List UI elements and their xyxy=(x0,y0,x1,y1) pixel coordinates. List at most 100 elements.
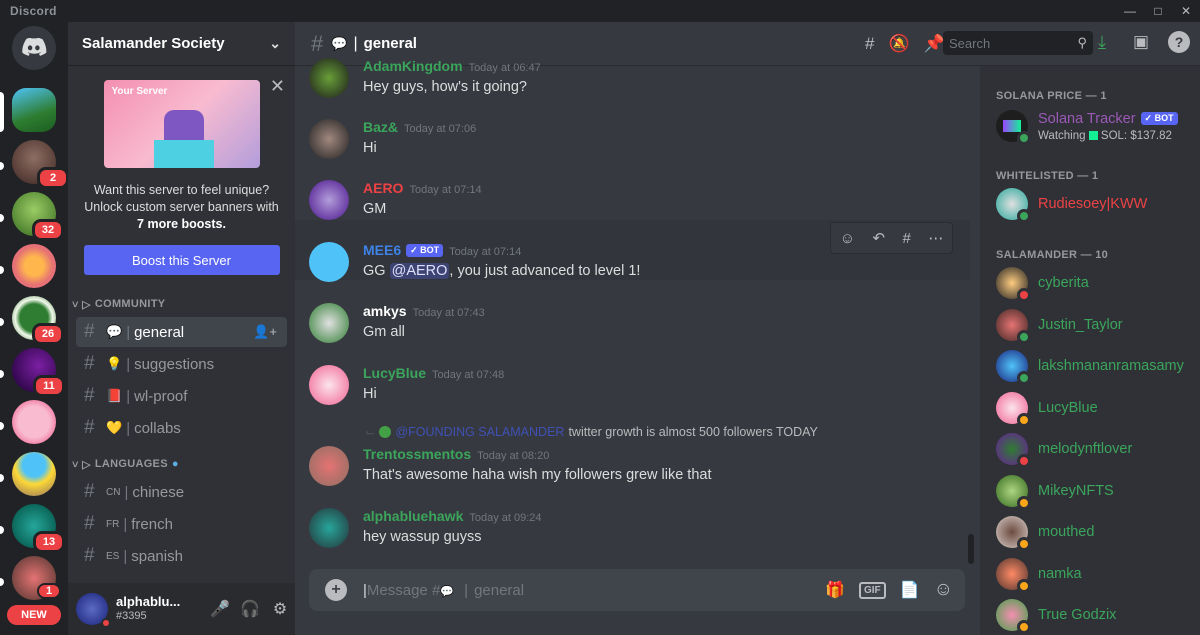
server-icon-4[interactable] xyxy=(12,244,56,288)
avatar[interactable] xyxy=(309,180,349,220)
message-author[interactable]: Baz& xyxy=(363,119,398,135)
member-item[interactable]: Solana Tracker ✓ BOT Watching SOL: $137.8… xyxy=(996,110,1178,145)
member-name: Justin_Taylor xyxy=(1038,317,1123,333)
member-name: melodynftlover xyxy=(1038,441,1133,457)
channel-wl-proof[interactable]: # 📕 | wl-proof xyxy=(76,381,287,411)
server-icon-7[interactable] xyxy=(12,400,56,444)
message-author[interactable]: Trentossmentos xyxy=(363,446,471,462)
sticker-icon[interactable]: 📄 xyxy=(900,580,920,600)
idle-status-icon xyxy=(1017,537,1031,551)
bot-badge-label: BOT xyxy=(1154,113,1174,123)
avatar[interactable] xyxy=(76,593,111,628)
message-placeholder[interactable]: |Message #💬 | general xyxy=(363,582,524,599)
avatar[interactable] xyxy=(309,119,349,159)
message-author[interactable]: alphabluehawk xyxy=(363,508,463,524)
member-item[interactable]: Justin_Taylor xyxy=(996,309,1123,344)
reply-reference[interactable]: ⌙ @FOUNDING SALAMANDER twitter growth is… xyxy=(365,424,818,440)
new-unreads-pill[interactable]: NEW xyxy=(7,605,61,625)
member-item[interactable]: cyberita xyxy=(996,267,1089,302)
headphones-icon[interactable]: 🎧 xyxy=(235,599,265,619)
scrollbar[interactable] xyxy=(968,534,974,564)
message-time: Today at 06:47 xyxy=(468,62,541,74)
mute-bell-icon[interactable]: 🔕 xyxy=(888,34,909,54)
channel-collabs[interactable]: # 💛 | collabs xyxy=(76,413,287,443)
message-author[interactable]: AERO xyxy=(363,180,403,196)
reply-author[interactable]: @FOUNDING SALAMANDER xyxy=(395,425,564,439)
avatar[interactable] xyxy=(309,508,349,548)
gear-icon[interactable]: ⚙ xyxy=(265,599,295,619)
member-item[interactable]: lakshmananramasamy xyxy=(996,350,1184,385)
gif-button[interactable]: GIF xyxy=(859,581,886,599)
member-item[interactable]: True Godzix xyxy=(996,599,1116,634)
channel-suggestions[interactable]: # 💡 | suggestions xyxy=(76,349,287,379)
message-time: Today at 09:24 xyxy=(469,512,542,524)
boost-server-button[interactable]: Boost this Server xyxy=(83,245,280,275)
channel-chinese[interactable]: # CN | chinese xyxy=(76,477,287,507)
channel-general[interactable]: # 💬 | general 👤+ xyxy=(76,317,287,347)
member-item[interactable]: mouthed xyxy=(996,516,1094,551)
member-item[interactable]: melodynftlover xyxy=(996,433,1133,468)
inbox-icon[interactable]: ▣ xyxy=(1133,32,1149,52)
channel-label: suggestions xyxy=(134,355,215,373)
separator: | xyxy=(126,419,131,437)
message-composer[interactable]: + |Message #💬 | general 🎁 GIF 📄 ☺ xyxy=(309,569,965,611)
avatar xyxy=(996,599,1031,634)
close-icon[interactable]: ✕ xyxy=(270,76,285,97)
download-icon[interactable]: ⤓ xyxy=(1098,32,1106,53)
avatar[interactable] xyxy=(309,58,349,98)
message-time: Today at 07:14 xyxy=(409,184,482,196)
channel-emoji: 💛 xyxy=(106,420,123,435)
dnd-status-icon xyxy=(1017,288,1031,302)
hash-icon: # xyxy=(84,513,95,534)
maximize-icon[interactable]: □ xyxy=(1144,0,1172,22)
pin-icon[interactable]: 📌 xyxy=(924,34,945,54)
search-input[interactable]: Search xyxy=(949,36,990,51)
message-time: Today at 07:14 xyxy=(449,246,522,258)
member-item[interactable]: namka xyxy=(996,558,1082,593)
avatar[interactable] xyxy=(309,365,349,405)
search-icon: ⚲ xyxy=(1077,35,1087,50)
boost-banner-image: Your Server xyxy=(103,80,260,168)
message-text: Hi xyxy=(363,140,377,156)
server-icon-salamander[interactable] xyxy=(12,88,56,132)
server-header[interactable]: Salamander Society ⌄ xyxy=(68,22,295,66)
avatar[interactable] xyxy=(309,242,349,282)
avatar[interactable] xyxy=(309,446,349,486)
boost-banner-label: Your Server xyxy=(111,86,168,97)
add-member-icon[interactable]: 👤+ xyxy=(253,324,277,340)
help-icon[interactable]: ? xyxy=(1168,31,1190,53)
placeholder-channel: general xyxy=(474,581,525,599)
threads-icon[interactable]: # xyxy=(865,34,874,54)
message-text: GG @AERO, you just advanced to level 1! xyxy=(363,263,640,279)
home-button[interactable] xyxy=(12,26,56,70)
message-author[interactable]: AdamKingdom xyxy=(363,58,463,74)
channel-spanish[interactable]: # ES | spanish xyxy=(76,541,287,571)
member-item[interactable]: Rudiesoey|KWW xyxy=(996,188,1147,223)
member-item[interactable]: MikeyNFTS xyxy=(996,475,1114,510)
category-community[interactable]: ˅ ▷ COMMUNITY xyxy=(68,293,295,315)
emoji-icon[interactable]: ☺ xyxy=(934,579,953,601)
microphone-icon[interactable]: 🎤 xyxy=(205,599,235,619)
member-activity: Watching xyxy=(1038,130,1086,142)
chevron-down-icon: ⌄ xyxy=(269,35,281,51)
message-author[interactable]: LucyBlue xyxy=(363,365,426,381)
user-mention[interactable]: @AERO xyxy=(389,263,450,279)
box-shape xyxy=(153,140,214,168)
hash-icon: # xyxy=(84,481,95,502)
gift-icon[interactable]: 🎁 xyxy=(825,580,845,600)
channel-french[interactable]: # FR | french xyxy=(76,509,287,539)
category-languages[interactable]: ˅ ▷ LANGUAGES ● xyxy=(68,453,295,475)
boost-line-2: Unlock custom server banners with xyxy=(84,200,279,214)
message-author[interactable]: amkys xyxy=(363,303,407,319)
search-box[interactable]: Search ⚲ xyxy=(943,31,1093,55)
member-item[interactable]: LucyBlue xyxy=(996,392,1098,427)
avatar xyxy=(996,309,1031,344)
close-window-icon[interactable]: ✕ xyxy=(1172,0,1200,22)
active-server-pill xyxy=(0,92,4,132)
minimize-icon[interactable]: — xyxy=(1116,0,1144,22)
message-author[interactable]: MEE6 xyxy=(363,242,401,258)
upload-plus-icon[interactable]: + xyxy=(325,579,347,601)
server-icon-8[interactable] xyxy=(12,452,56,496)
avatar[interactable] xyxy=(309,303,349,343)
unread-pill xyxy=(0,266,4,274)
